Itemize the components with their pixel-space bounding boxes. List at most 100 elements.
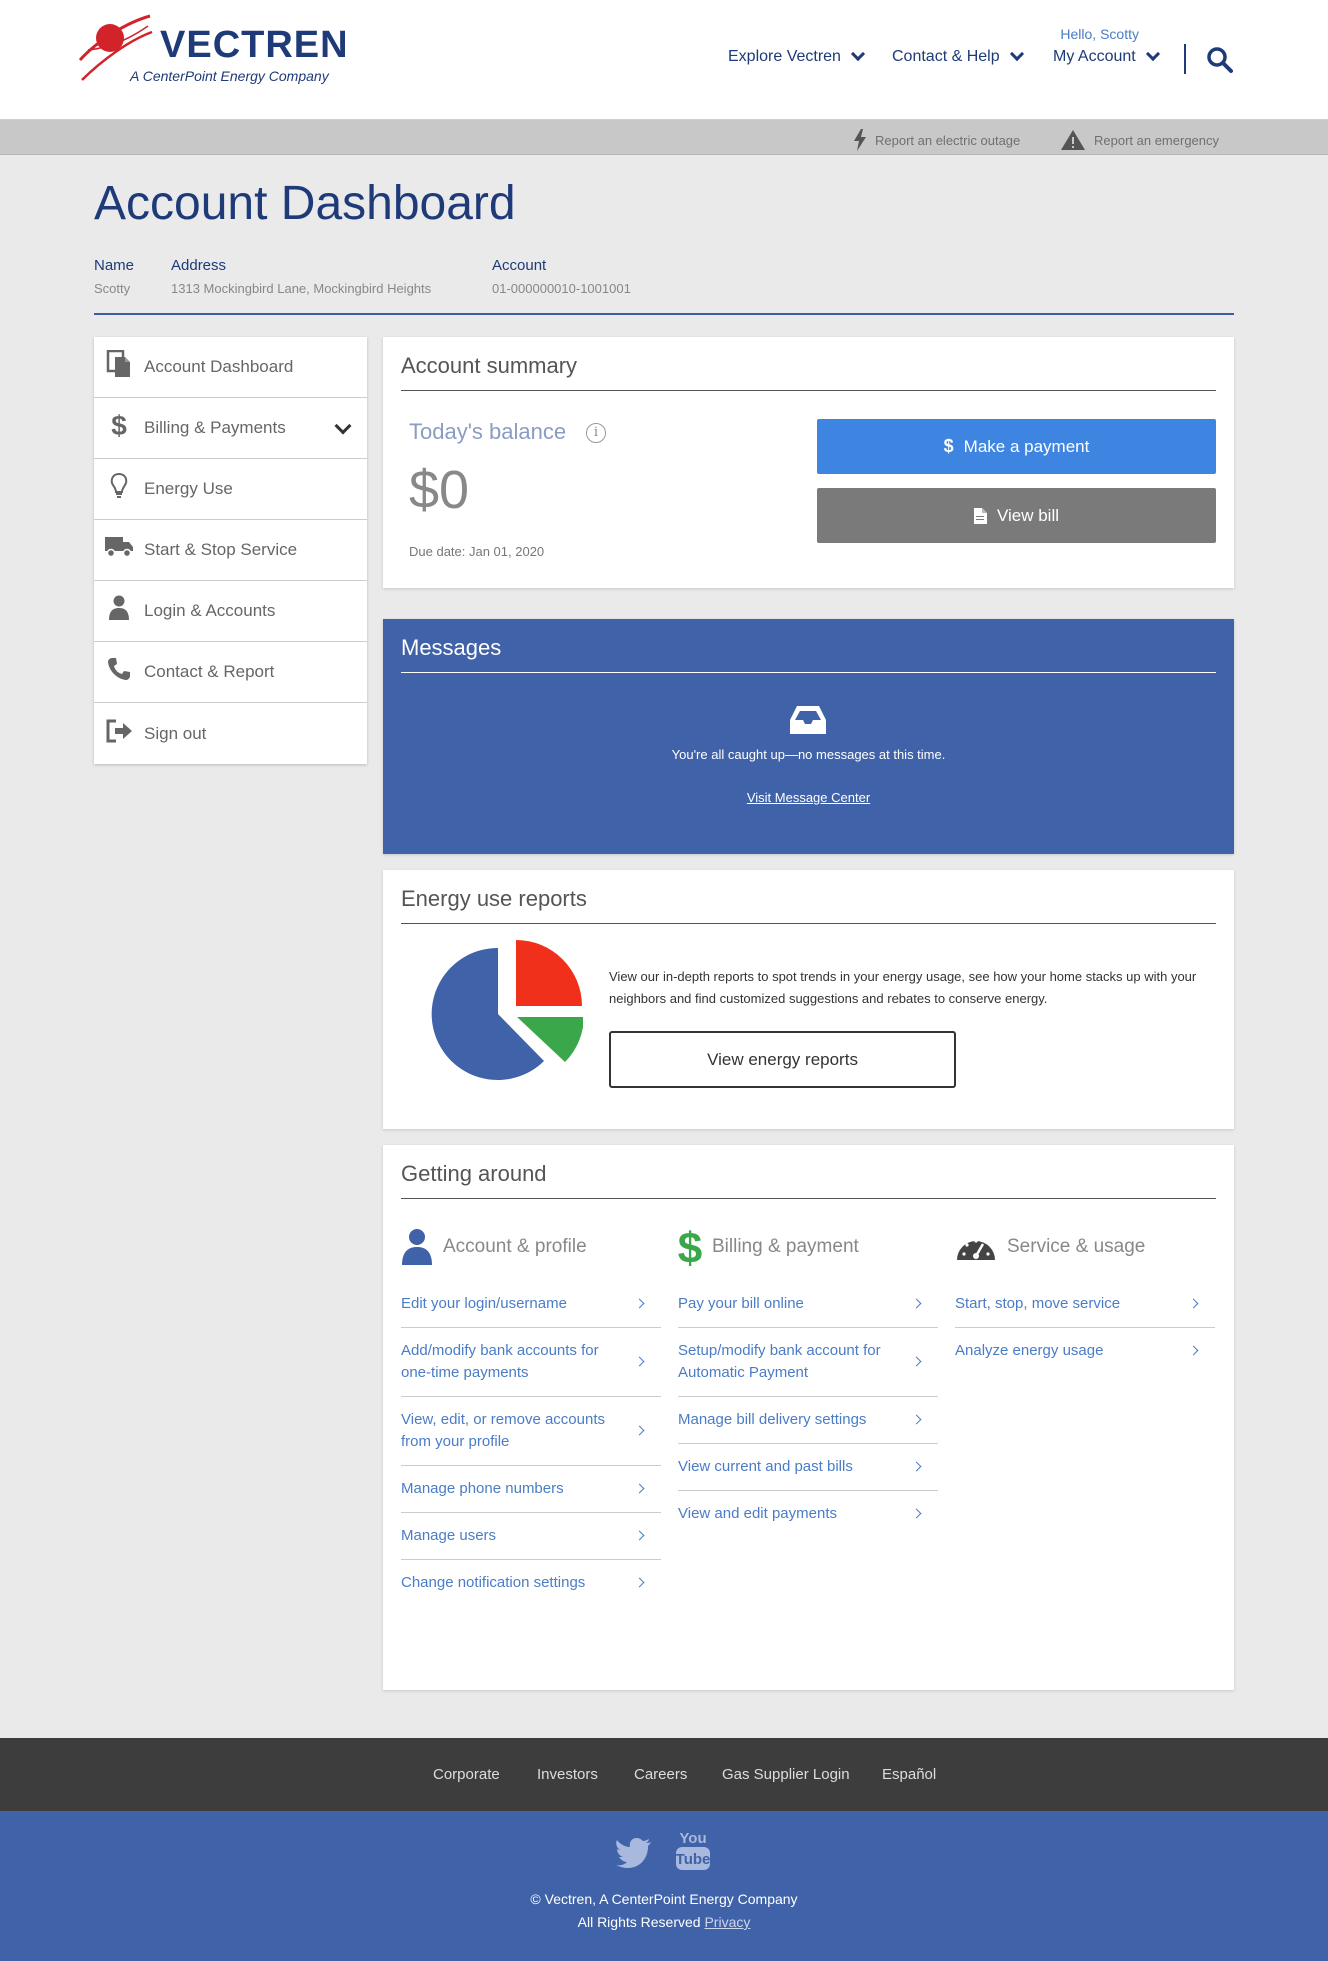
panel-title: Messages <box>401 635 502 660</box>
link-pay-bill-online[interactable]: Pay your bill online <box>678 1281 938 1328</box>
sidebar-item-label: Billing & Payments <box>144 418 286 437</box>
link-view-bills[interactable]: View current and past bills <box>678 1444 938 1491</box>
file-icon <box>973 507 987 524</box>
link-label: View and edit payments <box>678 1505 837 1522</box>
sidebar-item-energy-use[interactable]: Energy Use <box>94 459 367 520</box>
sidebar-item-label: Contact & Report <box>144 662 275 681</box>
getting-around-panel: Getting around Account & profile Edit yo… <box>383 1145 1234 1690</box>
rights-text: All Rights Reserved <box>577 1914 701 1930</box>
svg-text:$: $ <box>111 410 127 440</box>
link-setup-autopay[interactable]: Setup/modify bank account for Automatic … <box>678 1328 938 1397</box>
footer-link-careers[interactable]: Careers <box>634 1766 687 1783</box>
search-icon[interactable] <box>1206 46 1234 74</box>
chevron-right-icon <box>634 1298 645 1309</box>
footer-link-corporate[interactable]: Corporate <box>433 1766 500 1783</box>
link-manage-users[interactable]: Manage users <box>401 1513 661 1560</box>
chevron-down-icon[interactable] <box>334 417 352 435</box>
report-emergency-link[interactable]: Report an emergency <box>1060 129 1219 151</box>
account-summary-panel: Account summary Today's balance i $0 Due… <box>383 337 1234 588</box>
chevron-right-icon <box>634 1530 645 1541</box>
lightbulb-icon <box>110 472 128 498</box>
footer-link-espanol[interactable]: Español <box>882 1766 936 1783</box>
panel-title: Account summary <box>401 353 578 378</box>
make-payment-button[interactable]: $ Make a payment <box>817 419 1216 474</box>
sidebar-item-label: Energy Use <box>144 479 233 498</box>
message-center-label: Visit Message Center <box>746 790 871 805</box>
make-payment-label: Make a payment <box>963 436 1090 456</box>
link-bill-delivery[interactable]: Manage bill delivery settings <box>678 1397 938 1444</box>
youtube-icon[interactable]: You Tube <box>674 1829 712 1871</box>
nav-divider <box>1184 44 1186 74</box>
chevron-down-icon <box>1145 46 1160 62</box>
gauge-icon <box>957 1239 995 1260</box>
sidebar-item-login-accounts[interactable]: Login & Accounts <box>94 581 367 642</box>
link-label: Edit your login/username <box>401 1295 567 1312</box>
account-profile-column: Account & profile Edit your login/userna… <box>401 1225 661 1606</box>
name-value: Scotty <box>94 281 131 296</box>
nav-explore-vectren[interactable]: Explore Vectren <box>728 46 866 66</box>
energy-reports-panel: Energy use reports View our in-depth rep… <box>383 870 1234 1129</box>
visit-message-center-link[interactable]: Visit Message Center <box>383 790 1234 805</box>
chevron-down-icon <box>850 46 866 62</box>
sidebar-item-account-dashboard[interactable]: Account Dashboard <box>94 337 367 398</box>
report-emergency-label: Report an emergency <box>1094 132 1220 148</box>
link-phone-numbers[interactable]: Manage phone numbers <box>401 1466 661 1513</box>
footer-link-investors[interactable]: Investors <box>537 1766 598 1783</box>
twitter-icon[interactable] <box>616 1838 652 1868</box>
sidebar-item-label: Login & Accounts <box>144 601 276 620</box>
info-icon[interactable]: i <box>586 423 606 443</box>
inbox-icon <box>790 706 826 734</box>
link-edit-accounts[interactable]: View, edit, or remove accounts from your… <box>401 1397 661 1466</box>
vectren-logo[interactable]: VECTREN A CenterPoint Energy Company <box>78 10 348 90</box>
link-label: View current and past bills <box>678 1458 853 1475</box>
column-title: Account & profile <box>443 1236 587 1257</box>
link-edit-payments[interactable]: View and edit payments <box>678 1491 938 1537</box>
sidebar-item-label: Account Dashboard <box>144 357 294 376</box>
link-label: Manage phone numbers <box>401 1480 564 1497</box>
nav-my-account[interactable]: My Account <box>1053 46 1160 66</box>
link-edit-login[interactable]: Edit your login/username <box>401 1281 661 1328</box>
page-title: Account Dashboard <box>94 177 516 230</box>
panel-divider <box>401 923 1216 924</box>
view-bill-label: View bill <box>996 505 1060 525</box>
column-title: Service & usage <box>1007 1236 1146 1257</box>
footer-link-gas-supplier[interactable]: Gas Supplier Login <box>722 1766 850 1783</box>
sidebar-item-billing-payments[interactable]: $ Billing & Payments <box>94 398 367 459</box>
chevron-right-icon <box>911 1508 922 1519</box>
balance-label: Today's balance <box>409 419 567 444</box>
chevron-right-icon <box>634 1577 645 1588</box>
energy-description: View our in-depth reports to spot trends… <box>609 969 1197 1006</box>
sign-out-icon <box>106 719 132 742</box>
sidebar-item-contact-report[interactable]: Contact & Report <box>94 642 367 703</box>
link-add-bank-accounts[interactable]: Add/modify bank accounts for one-time pa… <box>401 1328 661 1397</box>
account-value: 01-000000010-1001001 <box>492 281 631 296</box>
utility-bar: Report an electric outage Report an emer… <box>0 120 1328 155</box>
view-bill-button[interactable]: View bill <box>817 488 1216 543</box>
sidebar-item-sign-out[interactable]: Sign out <box>94 703 367 764</box>
address-value: 1313 Mockingbird Lane, Mockingbird Heigh… <box>171 281 432 296</box>
link-start-stop-move[interactable]: Start, stop, move service <box>955 1281 1215 1328</box>
footer-links-bar: Corporate Investors Careers Gas Supplier… <box>0 1738 1328 1811</box>
link-analyze-usage[interactable]: Analyze energy usage <box>955 1328 1215 1374</box>
panel-divider <box>401 390 1216 391</box>
dollar-icon: $ <box>678 1225 702 1269</box>
chevron-right-icon <box>634 1483 645 1494</box>
chevron-right-icon <box>911 1461 922 1472</box>
panel-title: Getting around <box>401 1161 547 1186</box>
name-label: Name <box>94 257 135 274</box>
sidebar-nav: Account Dashboard $ Billing & Payments E… <box>94 337 367 764</box>
view-energy-reports-button[interactable]: View energy reports <box>609 1031 956 1088</box>
messages-empty-text: You're all caught up—no messages at this… <box>671 747 946 762</box>
privacy-link[interactable]: Privacy <box>704 1914 750 1930</box>
nav-label: Contact & Help <box>892 48 1000 65</box>
report-outage-link[interactable]: Report an electric outage <box>853 129 1020 151</box>
messages-panel: Messages You're all caught up—no message… <box>383 619 1234 854</box>
sidebar-item-start-stop[interactable]: Start & Stop Service <box>94 520 367 581</box>
document-icon <box>106 350 130 377</box>
address-label: Address <box>171 257 227 274</box>
link-notification-settings[interactable]: Change notification settings <box>401 1560 661 1606</box>
nav-contact-help[interactable]: Contact & Help <box>892 46 1024 66</box>
panel-title: Energy use reports <box>401 886 587 911</box>
dollar-icon: $ <box>111 410 127 440</box>
logo-tagline: A CenterPoint Energy Company <box>130 68 329 84</box>
